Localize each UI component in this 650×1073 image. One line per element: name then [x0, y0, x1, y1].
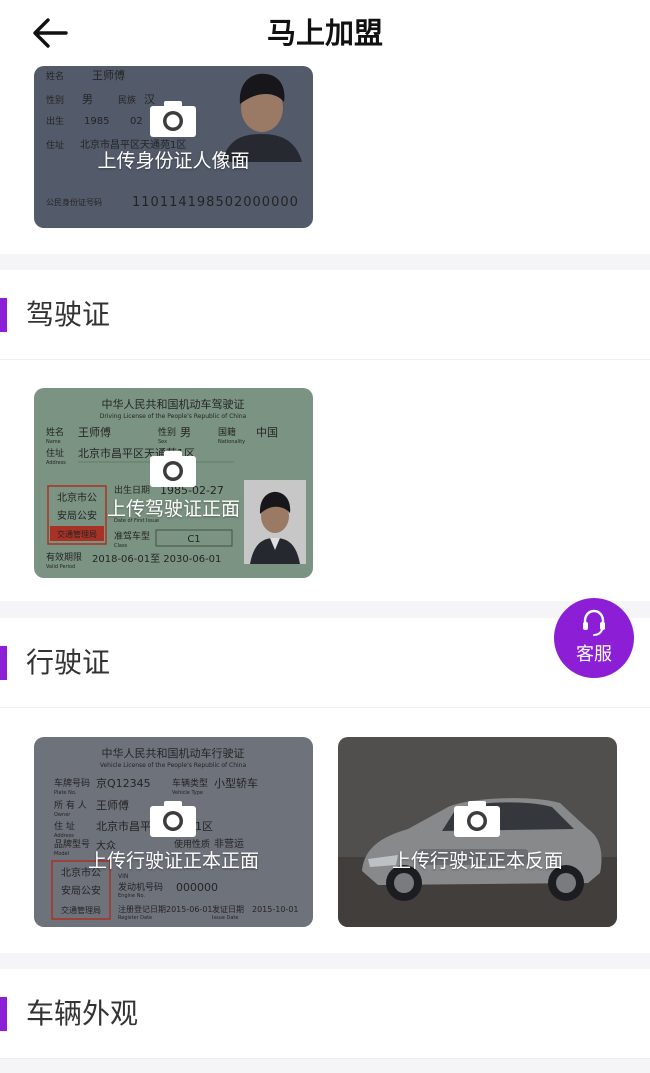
upload-caption: 上传行驶证正本反面: [391, 850, 563, 872]
section-header-driving-license: 驾驶证: [0, 270, 650, 360]
camera-icon: [150, 451, 196, 487]
upload-caption: 上传驾驶证正面: [106, 498, 240, 520]
section-header-vehicle-license: 行驶证: [0, 618, 650, 708]
id-card-block: 姓名 王师傅 性别 男 民族 汉 出生 1985 02 住址 北京市昌平区天通苑…: [0, 66, 650, 254]
page-title: 马上加盟: [266, 16, 383, 50]
section-header-vehicle-exterior: 车辆外观: [0, 969, 650, 1059]
top-bar: 马上加盟: [0, 0, 650, 66]
section-title: 驾驶证: [26, 298, 111, 331]
customer-service-label: 客服: [576, 644, 612, 665]
vehicle-license-front-upload[interactable]: 中华人民共和国机动车行驶证 Vehicle License of the Peo…: [34, 737, 313, 927]
camera-icon: [150, 801, 196, 837]
section-accent-bar: [0, 997, 7, 1031]
vehicle-license-block: 中华人民共和国机动车行驶证 Vehicle License of the Peo…: [0, 708, 650, 953]
driving-license-block: 中华人民共和国机动车驾驶证 Driving License of the Peo…: [0, 360, 650, 601]
id-card-upload[interactable]: 姓名 王师傅 性别 男 民族 汉 出生 1985 02 住址 北京市昌平区天通苑…: [34, 66, 313, 228]
upload-caption: 上传行驶证正本正面: [87, 850, 259, 872]
vehicle-license-back-upload[interactable]: 上传行驶证正本反面: [338, 737, 617, 927]
camera-icon: [150, 101, 196, 137]
section-title: 行驶证: [26, 646, 111, 679]
customer-service-button[interactable]: 客服: [554, 598, 634, 678]
section-accent-bar: [0, 646, 7, 680]
section-title: 车辆外观: [26, 997, 139, 1030]
upload-caption: 上传身份证人像面: [97, 150, 250, 172]
camera-icon: [454, 801, 500, 837]
headset-icon: [583, 609, 605, 636]
driving-license-upload[interactable]: 中华人民共和国机动车驾驶证 Driving License of the Peo…: [34, 388, 313, 578]
section-accent-bar: [0, 298, 7, 332]
